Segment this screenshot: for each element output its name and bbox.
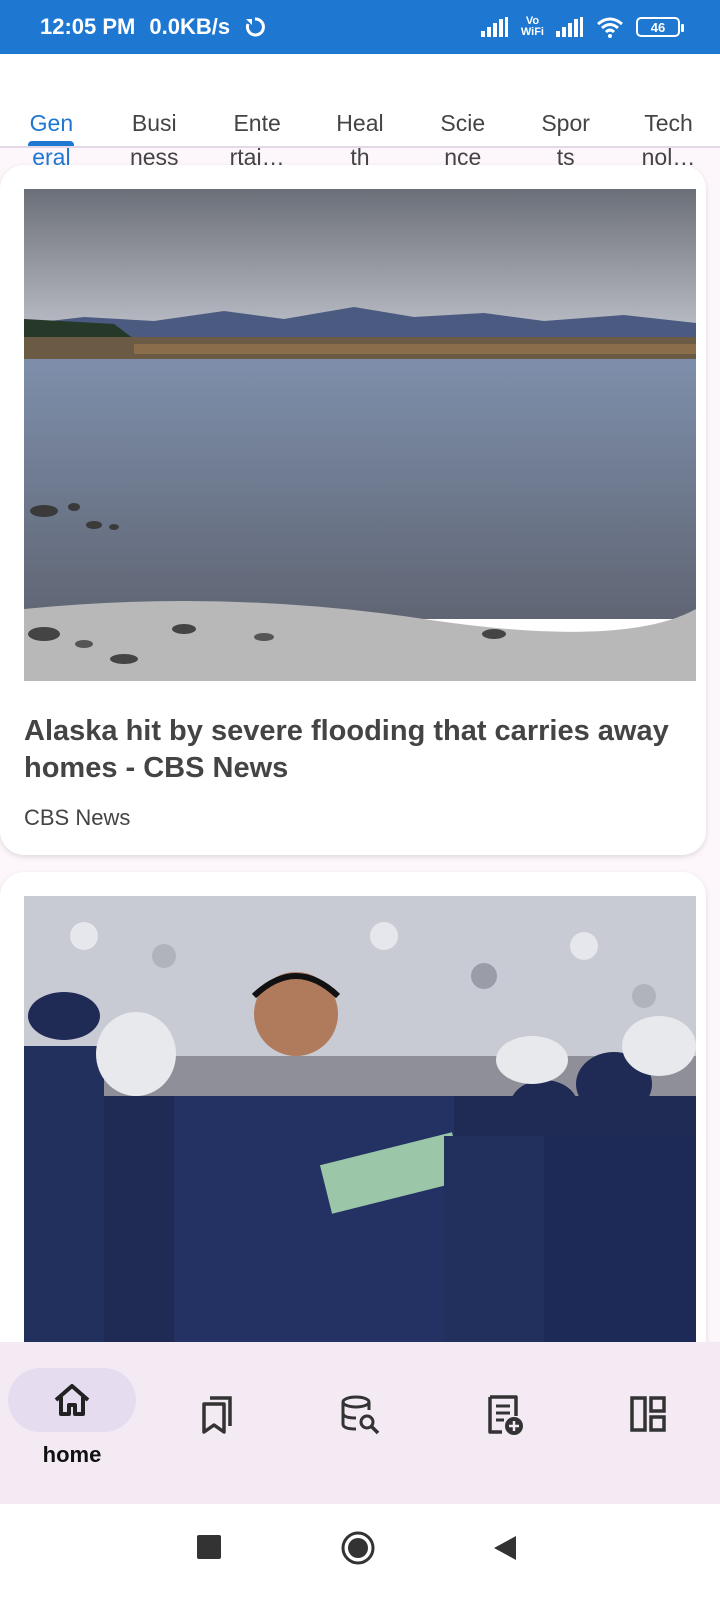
status-left: 12:05 PM 0.0KB/s — [40, 0, 266, 54]
signal-icon — [480, 17, 508, 37]
home-icon — [54, 1384, 90, 1416]
wifi-icon — [597, 17, 623, 38]
nav-home[interactable]: home — [0, 1342, 144, 1504]
add-note-icon — [488, 1395, 523, 1435]
tab-business[interactable]: Busi ness — [103, 54, 206, 170]
system-navigation-bar — [0, 1504, 720, 1600]
article-source: CBS News — [24, 805, 131, 830]
tab-entertainment[interactable]: Ente rtai… — [206, 54, 309, 170]
tab-label: Tech nol… — [641, 110, 696, 170]
tab-technology[interactable]: Tech nol… — [617, 54, 720, 170]
tab-label: Spor ts — [541, 110, 590, 170]
tab-health[interactable]: Heal th — [309, 54, 412, 170]
recent-apps-icon[interactable] — [196, 1534, 222, 1560]
sync-icon — [246, 17, 265, 37]
volte-wifi-icon: Vo WiFi — [521, 16, 544, 38]
nav-add-note[interactable] — [432, 1342, 576, 1504]
tab-label: Busi ness — [129, 110, 179, 170]
tab-general[interactable]: Gen eral — [0, 54, 103, 170]
volte-bottom: WiFi — [520, 26, 544, 38]
status-right: Vo WiFi 46 — [480, 0, 684, 54]
status-time: 12:05 PM — [40, 14, 136, 39]
tab-label: Scie nce — [440, 110, 486, 170]
category-tabs: Gen eral Busi ness Ente rtai… Heal th Sc… — [0, 54, 720, 170]
signal-icon-2 — [556, 17, 583, 37]
battery-icon: 46 — [636, 17, 684, 37]
nav-database-search[interactable] — [288, 1342, 432, 1504]
battery-level: 46 — [650, 19, 666, 35]
article-image — [24, 896, 696, 1342]
nav-home-label: home — [42, 1442, 102, 1467]
dashboard-icon — [630, 1396, 666, 1432]
tab-label: Heal th — [336, 110, 384, 170]
database-search-icon — [341, 1395, 380, 1435]
active-tab-indicator — [28, 141, 74, 146]
tab-label: Ente rtai… — [229, 110, 285, 170]
tab-science[interactable]: Scie nce — [411, 54, 514, 170]
tab-label: Gen eral — [29, 110, 74, 170]
back-icon[interactable] — [492, 1534, 518, 1562]
bottom-navigation: home — [0, 1342, 720, 1504]
status-bar: 12:05 PM 0.0KB/s Vo WiFi 46 — [0, 0, 720, 54]
article-title[interactable]: Alaska hit by severe flooding that carri… — [24, 713, 696, 787]
article-image — [24, 189, 696, 681]
nav-bookmarks[interactable] — [144, 1342, 288, 1504]
network-speed: 0.0KB/s — [149, 14, 231, 39]
home-circle-icon[interactable] — [340, 1530, 376, 1566]
tab-sports[interactable]: Spor ts — [514, 54, 617, 170]
nav-dashboard[interactable] — [576, 1342, 720, 1504]
article-card[interactable]: Alaska hit by severe flooding that carri… — [0, 165, 706, 855]
bookmarks-icon — [202, 1396, 232, 1434]
